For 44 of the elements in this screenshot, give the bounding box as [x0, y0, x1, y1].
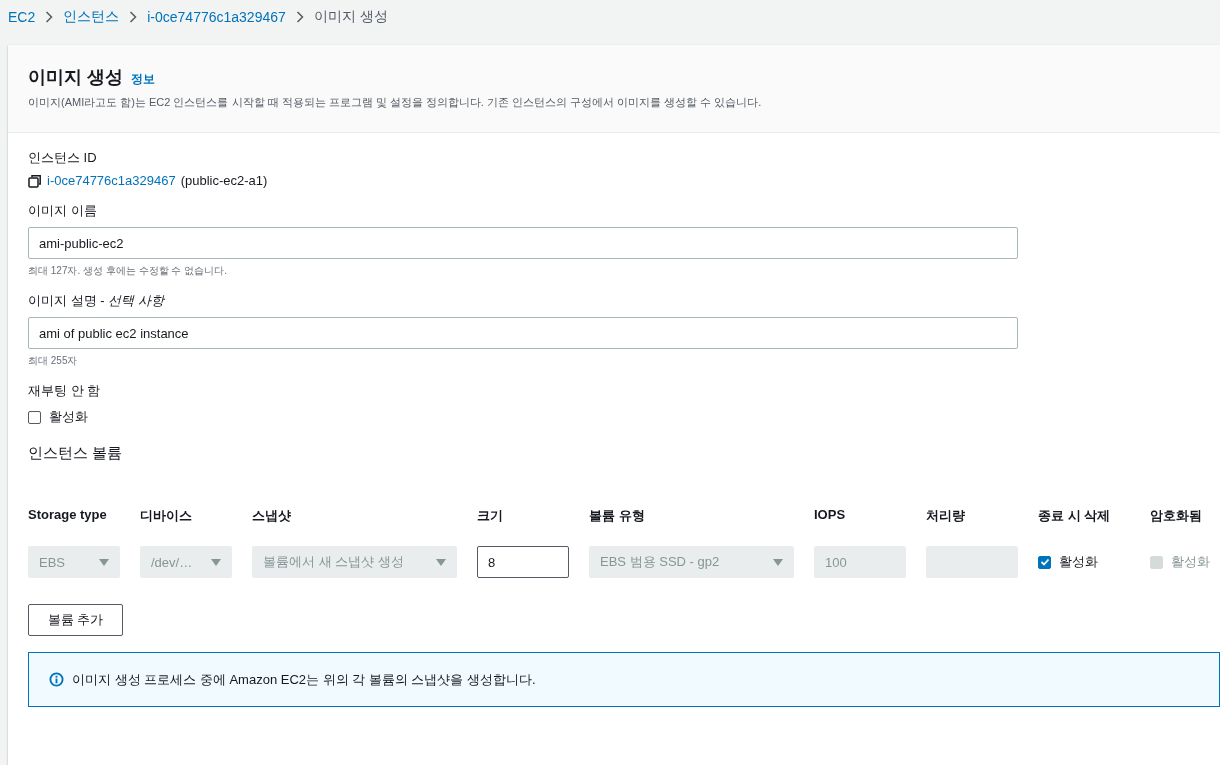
field-label: 재부팅 안 함: [28, 382, 102, 400]
breadcrumb-link[interactable]: 인스턴스: [63, 8, 120, 26]
checkbox-label: 활성화: [1171, 553, 1210, 571]
page-title: 이미지 생성: [28, 66, 123, 89]
field-hint: 최대 255자: [28, 354, 79, 368]
input-field[interactable]: 8: [477, 546, 569, 578]
checkbox-label: 활성화: [49, 408, 88, 426]
column-header: 처리량: [926, 507, 966, 525]
column-header: IOPS: [814, 507, 847, 524]
breadcrumb-link[interactable]: EC2: [8, 9, 36, 25]
input-field[interactable]: ami-public-ec2: [28, 227, 1018, 259]
column-header: 크기: [477, 507, 504, 525]
caret-icon: [99, 558, 109, 566]
page-description: 이미지(AMI라고도 함)는 EC2 인스턴스를 시작할 때 적용되는 프로그램 및 설정을 정의합니다. 기존 인스턴스의 구성에서 이미지를 생성할 수 있습니다.: [28, 95, 763, 110]
checkbox[interactable]: [28, 410, 41, 424]
breadcrumb-current: 이미지 생성: [313, 8, 388, 26]
column-header: 디바이스: [140, 507, 193, 525]
add-volume-button[interactable]: 볼륨 추가: [28, 604, 123, 636]
field-label: 인스턴스 ID: [28, 149, 98, 167]
caret-icon: [436, 558, 446, 566]
field-label: 이미지 설명 - 선택 사항: [28, 292, 166, 310]
copy-icon[interactable]: [28, 173, 42, 188]
field-label: 이미지 이름: [28, 202, 98, 220]
instance-name: (public-ec2-a1): [180, 173, 268, 188]
column-header: 볼륨 유형: [589, 507, 646, 525]
info-icon: [49, 672, 64, 687]
column-header: 종료 시 삭제: [1038, 507, 1112, 525]
column-header: 스냅샷: [252, 507, 292, 525]
instance-link[interactable]: i-0ce74776c1a329467: [47, 173, 176, 188]
chevron-right-icon: [129, 11, 138, 23]
column-header: Storage type: [28, 507, 108, 524]
column-header: 암호화됨: [1150, 507, 1203, 525]
field-hint: 최대 127자. 생성 후에는 수정할 수 없습니다.: [28, 264, 228, 278]
checkbox-label: 활성화: [1059, 553, 1098, 571]
checkbox[interactable]: [1038, 555, 1051, 569]
breadcrumb-link[interactable]: i-0ce74776c1a329467: [147, 9, 286, 25]
caret-icon: [211, 558, 221, 566]
alert-text: 이미지 생성 프로세스 중에 Amazon EC2는 위의 각 볼륨의 스냅샷을 생성합니다.: [72, 670, 536, 689]
caret-icon: [773, 558, 783, 566]
chevron-right-icon: [295, 11, 304, 23]
section-title: 인스턴스 볼륨: [28, 444, 124, 463]
info-link[interactable]: 정보: [131, 71, 155, 88]
input-field[interactable]: ami of public ec2 instance: [28, 317, 1018, 349]
chevron-right-icon: [45, 11, 54, 23]
